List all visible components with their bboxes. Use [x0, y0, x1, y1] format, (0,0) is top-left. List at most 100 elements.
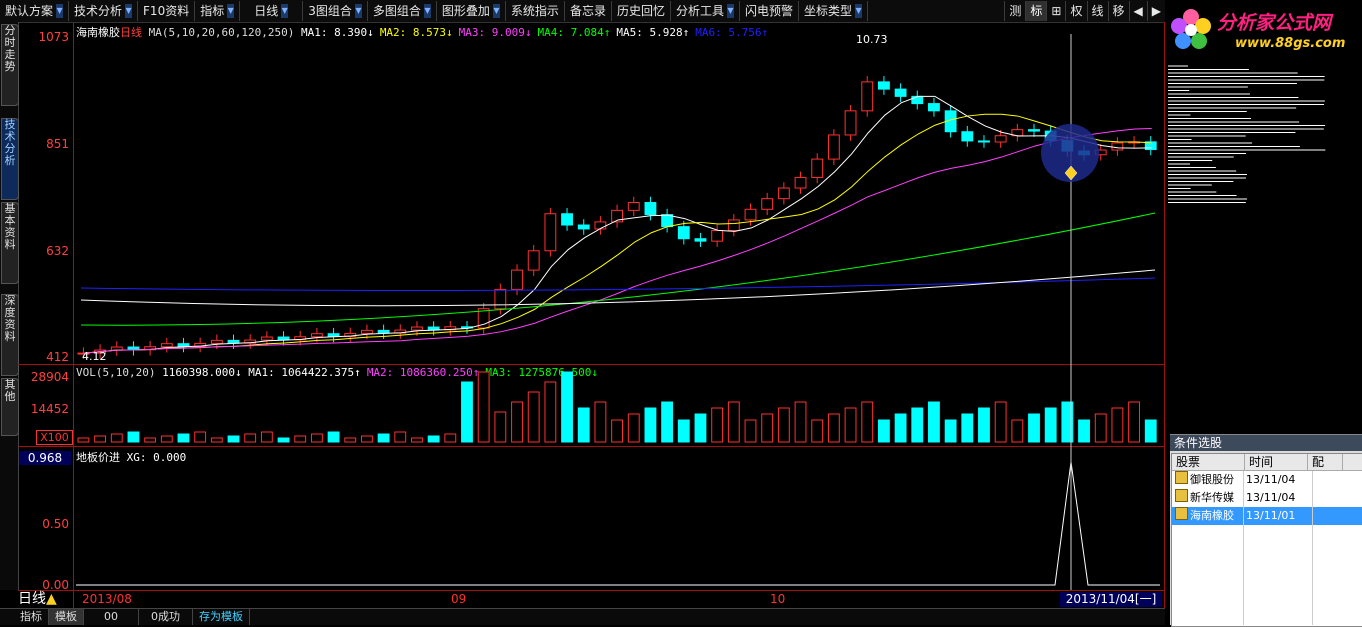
- volume-bar: [994, 401, 1007, 443]
- volume-bar: [1078, 419, 1090, 443]
- list-item[interactable]: 海南橡胶 13/11/01: [1172, 507, 1362, 525]
- volume-bar: [911, 407, 924, 443]
- volume-bar: [711, 407, 724, 443]
- volume-bar: [294, 435, 307, 443]
- col-stock[interactable]: 股票: [1172, 454, 1245, 470]
- ma-line: [80, 277, 1156, 291]
- date-cell: 13/11/04: [1246, 491, 1296, 504]
- candle: [594, 221, 607, 230]
- volume-bar: [928, 401, 940, 443]
- volume-bar: [511, 401, 523, 443]
- date-cell: 13/11/04: [1246, 473, 1296, 486]
- candlestick-series: [77, 76, 1157, 359]
- candle: [644, 202, 657, 216]
- bottom-tab-bar: 指标 模板 00 0成功 存为模板: [0, 608, 1165, 625]
- volume-bar: [1028, 413, 1040, 443]
- candle: [544, 213, 557, 252]
- volume-bar: [244, 433, 257, 443]
- candle: [711, 230, 724, 242]
- candle: [277, 336, 290, 341]
- volume-bar: [1111, 407, 1124, 443]
- volume-bar: [361, 435, 373, 443]
- volume-bar: [961, 413, 974, 443]
- indicator-line: [76, 461, 1160, 586]
- volume-bar: [794, 401, 807, 443]
- candle: [777, 187, 790, 200]
- candle: [911, 95, 924, 105]
- volume-bar: [177, 433, 190, 443]
- volume-bar: [310, 433, 323, 443]
- col-time[interactable]: 时间: [1245, 454, 1308, 470]
- save-template-button[interactable]: 存为模板: [193, 609, 250, 625]
- volume-bar: [627, 413, 640, 443]
- volume-bar: [761, 413, 774, 443]
- status-success: 0成功: [139, 609, 193, 625]
- list-item[interactable]: 御银股份 13/11/04: [1172, 471, 1362, 489]
- volume-bar: [861, 401, 874, 443]
- volume-bar: [978, 407, 990, 443]
- ma-line: [84, 127, 1152, 354]
- tab-template[interactable]: 模板: [49, 609, 84, 625]
- date-cell: 13/11/01: [1246, 509, 1296, 522]
- volume-bar: [94, 435, 107, 443]
- candle: [744, 208, 757, 221]
- volume-bar: [544, 381, 557, 443]
- candle: [877, 81, 890, 90]
- candle: [411, 326, 423, 331]
- volume-bar: [277, 437, 290, 443]
- stock-icon: [1175, 507, 1188, 520]
- candle: [260, 336, 273, 341]
- volume-bar: [144, 437, 157, 443]
- candle: [727, 219, 740, 232]
- ma-line: [80, 212, 1156, 326]
- col-match[interactable]: 配: [1308, 454, 1343, 470]
- ma-line: [80, 269, 1156, 307]
- candle: [928, 103, 940, 112]
- candle: [227, 339, 240, 344]
- ma-lines: [80, 95, 1156, 354]
- volume-bar: [694, 413, 707, 443]
- volume-bar: [1128, 401, 1140, 443]
- tab-indicator[interactable]: 指标: [0, 609, 49, 625]
- stock-name-cell: 御银股份: [1172, 471, 1243, 489]
- volume-bar: [1094, 413, 1107, 443]
- candle: [577, 224, 590, 230]
- period-indicator[interactable]: 日线▲: [18, 591, 74, 607]
- candle: [310, 333, 323, 338]
- list-item[interactable]: 新华传媒 13/11/04: [1172, 489, 1362, 507]
- candle: [127, 346, 140, 351]
- candle: [827, 134, 840, 160]
- candle: [177, 343, 190, 347]
- logo-url: www.88gs.com: [1235, 36, 1346, 51]
- candle: [761, 198, 774, 210]
- volume-bar-series: [77, 371, 1157, 443]
- volume-bar: [344, 437, 357, 443]
- candle: [961, 131, 974, 142]
- chart-canvas[interactable]: 10.73 4.12: [0, 0, 1165, 608]
- volume-bar: [427, 435, 440, 443]
- condition-list: 股票 时间 配 御银股份 13/11/04 新华传媒 13/11/04 海南橡胶 13/1…: [1171, 453, 1362, 627]
- site-logo: 分析家公式网 www.88gs.com: [1165, 0, 1362, 62]
- volume-bar: [1144, 419, 1157, 443]
- volume-bar: [210, 437, 223, 443]
- volume-bar: [661, 401, 674, 443]
- stock-icon: [1175, 489, 1188, 502]
- volume-bar: [110, 433, 123, 443]
- volume-bar: [494, 411, 507, 443]
- candle: [377, 329, 390, 334]
- volume-bar: [127, 431, 140, 443]
- list-header: 股票 时间 配: [1172, 454, 1362, 471]
- high-price-label: 10.73: [856, 33, 888, 46]
- triangle-up-icon: ▲: [46, 591, 57, 607]
- volume-bar: [160, 435, 173, 443]
- candle: [527, 250, 540, 271]
- candle: [361, 329, 373, 334]
- low-price-label: 4.12: [82, 350, 107, 363]
- volume-bar: [577, 407, 590, 443]
- candle: [1111, 142, 1124, 151]
- volume-bar: [644, 407, 657, 443]
- volume-bar: [611, 419, 624, 443]
- condition-rows: 御银股份 13/11/04 新华传媒 13/11/04 海南橡胶 13/11/01: [1172, 471, 1362, 525]
- volume-bar: [561, 371, 573, 443]
- candle: [160, 343, 173, 348]
